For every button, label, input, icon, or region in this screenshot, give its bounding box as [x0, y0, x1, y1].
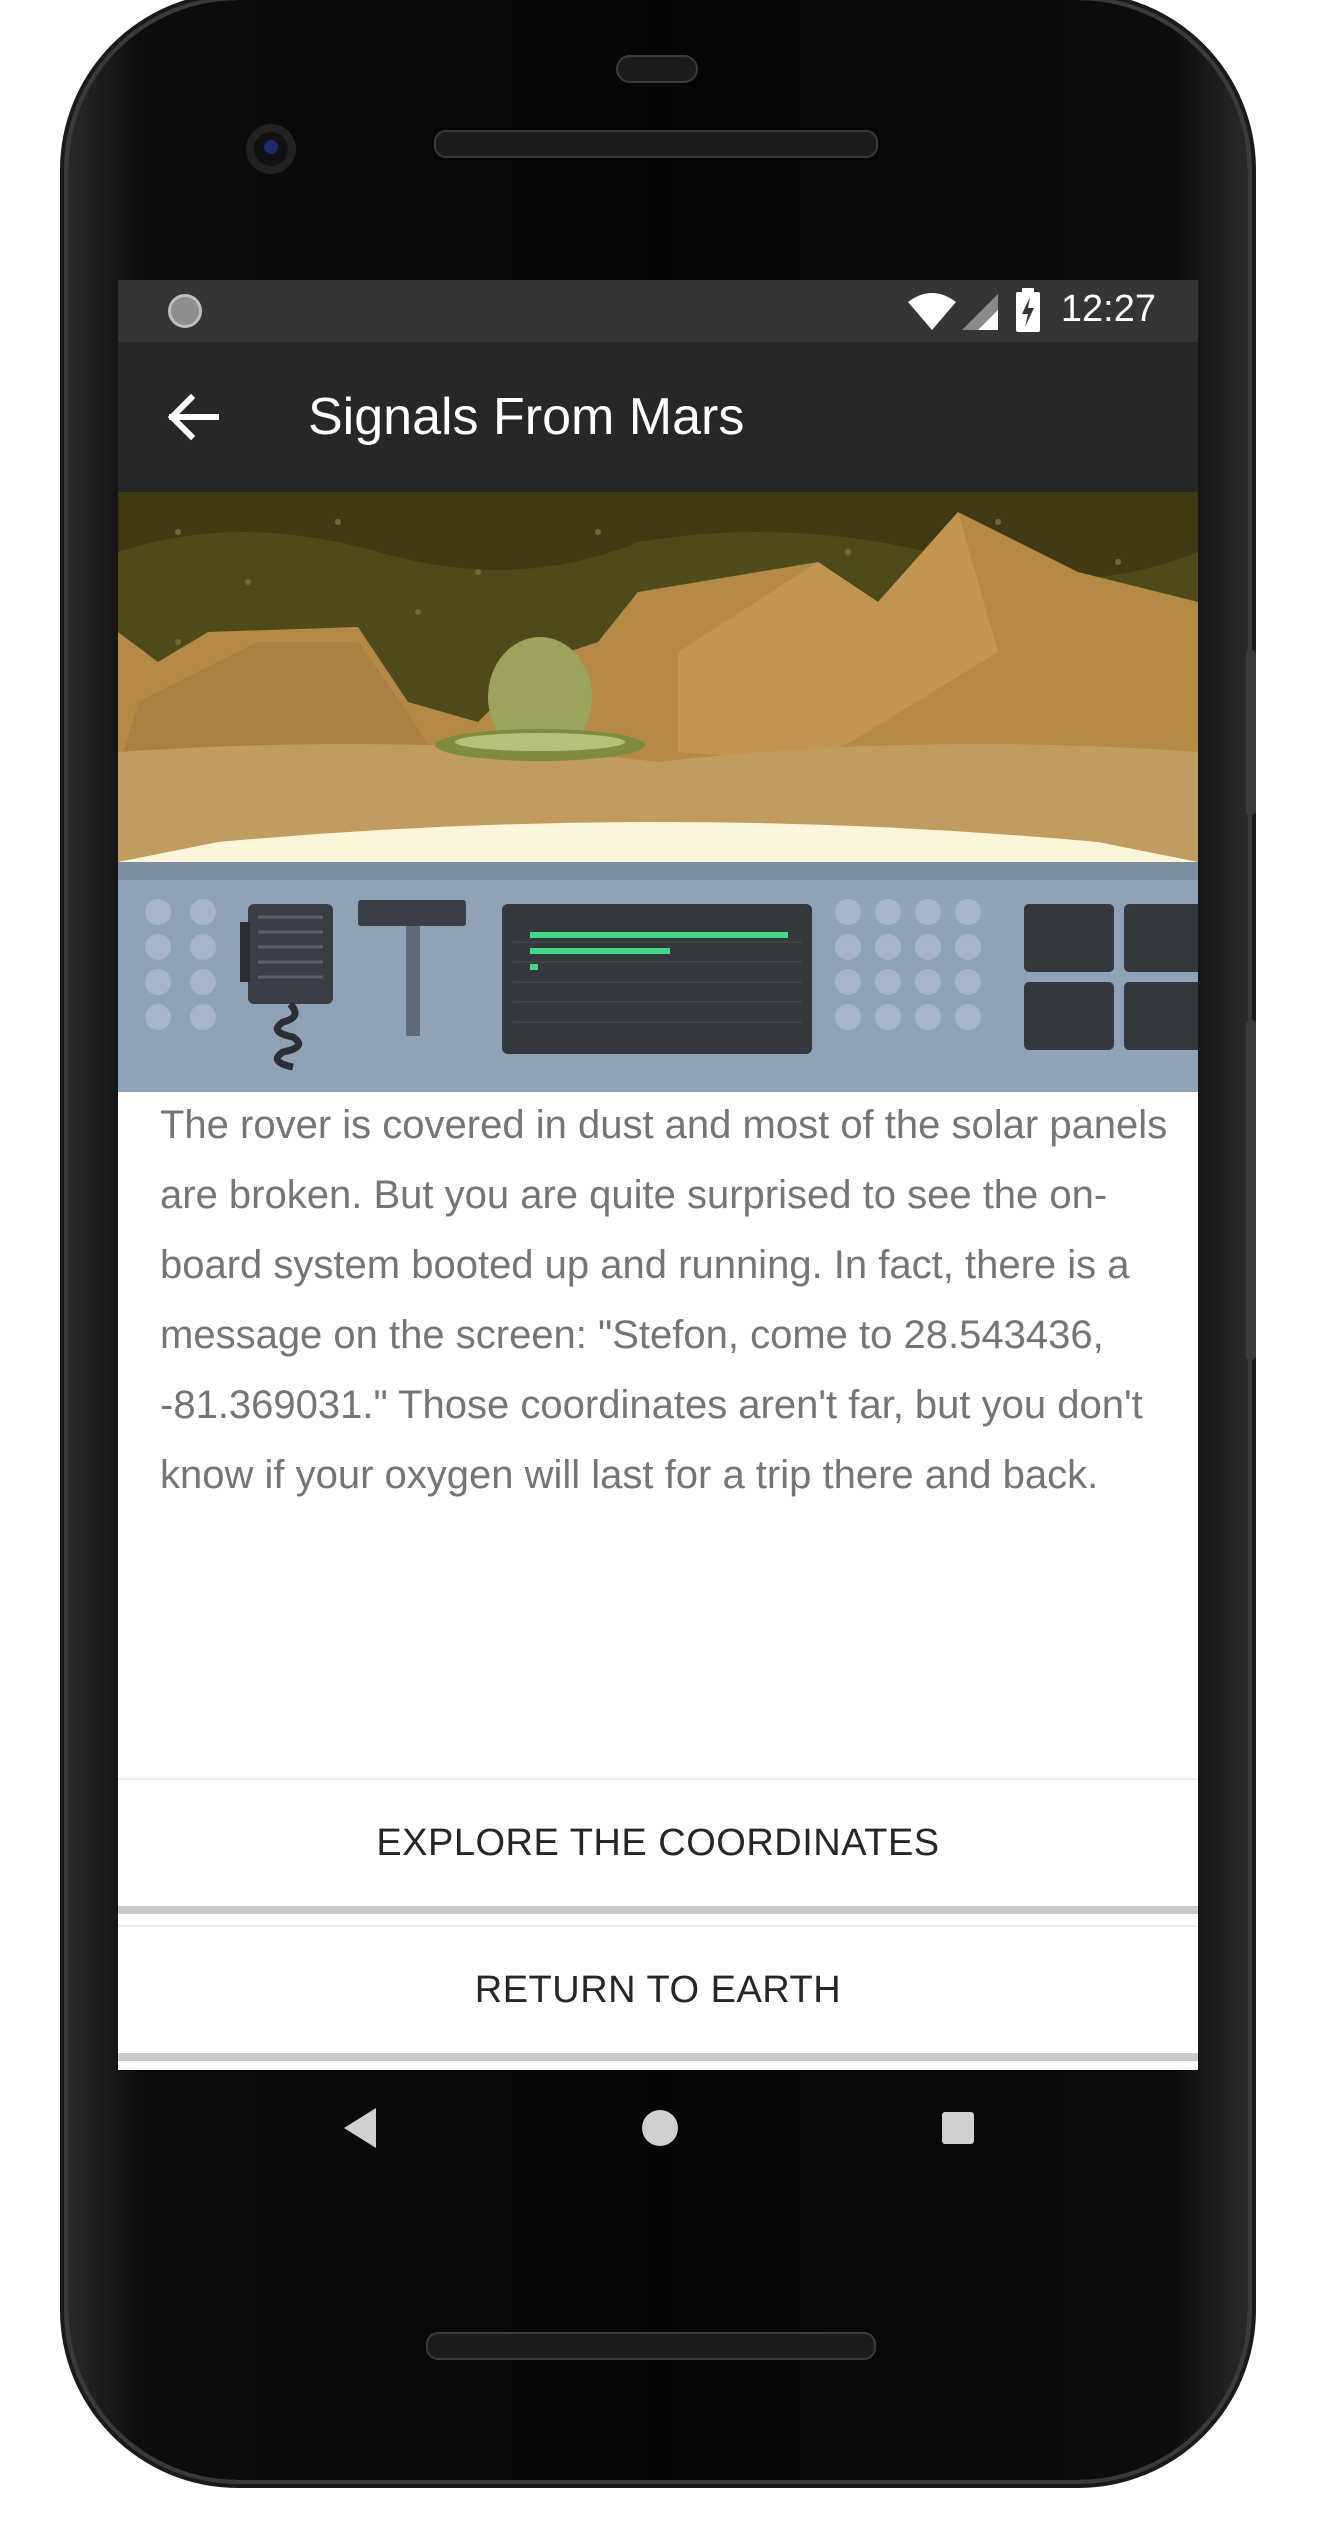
return-to-earth-button[interactable]: RETURN TO EARTH: [118, 1925, 1198, 2061]
power-button: [1246, 650, 1256, 815]
mars-rover-illustration: [118, 492, 1198, 1092]
status-bar: 12:27: [118, 280, 1198, 342]
nav-recents-icon[interactable]: [942, 2112, 974, 2144]
app-bar: Signals From Mars: [118, 342, 1198, 492]
page-title: Signals From Mars: [308, 388, 745, 446]
nav-back-icon[interactable]: [338, 2104, 382, 2152]
status-time: 12:27: [1060, 288, 1156, 330]
front-camera-icon: [246, 124, 296, 174]
bottom-speaker: [426, 2332, 876, 2360]
top-speaker: [434, 130, 878, 158]
battery-charging-icon: [1016, 288, 1040, 332]
navigation-bar: [118, 2070, 1198, 2200]
arrow-back-icon[interactable]: [158, 382, 228, 452]
wifi-icon: [908, 293, 956, 330]
top-notch: [616, 55, 698, 83]
notification-icon: [168, 294, 202, 328]
volume-button: [1246, 1020, 1256, 1360]
screen: 12:27 Signals From Mars The rover is cov…: [118, 280, 1198, 2070]
story-text: The rover is covered in dust and most of…: [160, 1103, 1168, 1497]
nav-home-icon[interactable]: [642, 2110, 678, 2146]
cell-signal-icon: [962, 294, 998, 330]
explore-coordinates-button[interactable]: EXPLORE THE COORDINATES: [118, 1778, 1198, 1914]
